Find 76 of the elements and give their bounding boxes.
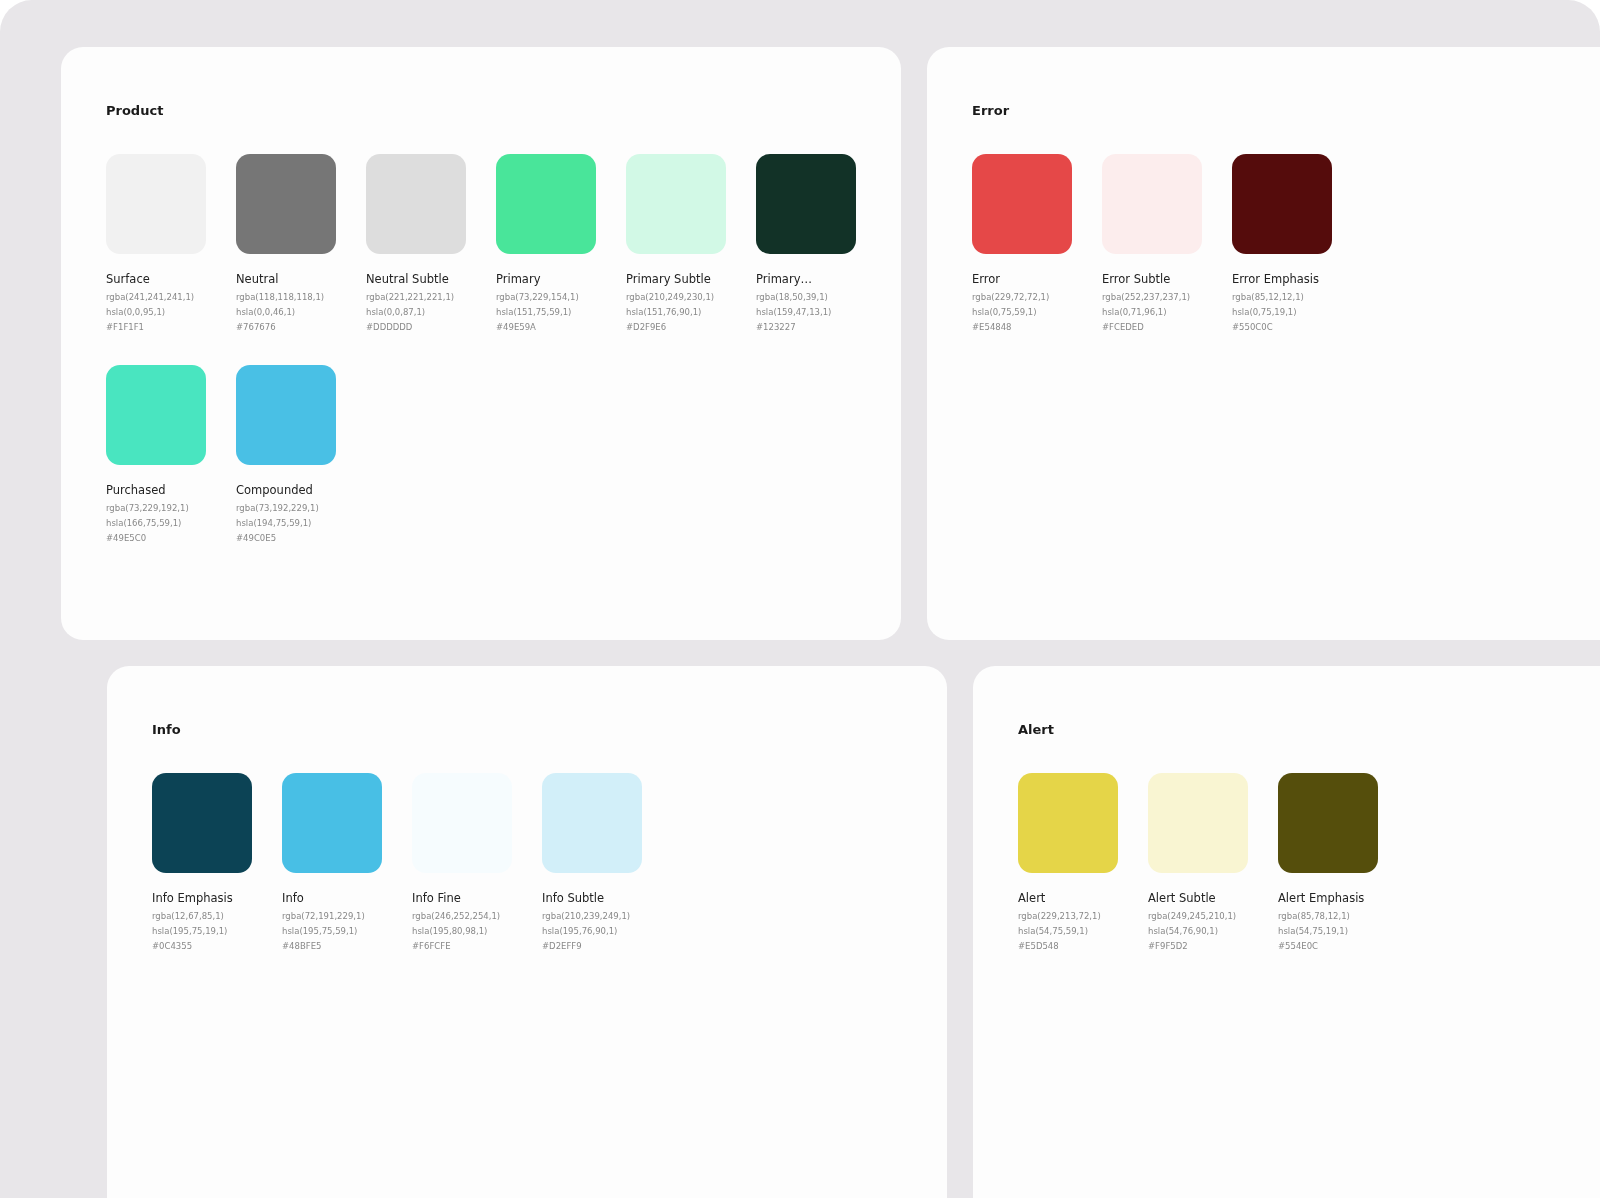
hsla-value: hsla(0,75,59,1) bbox=[972, 306, 1038, 319]
rgba-value: rgba(229,213,72,1) bbox=[1018, 910, 1102, 923]
rgba-value: rgba(249,245,210,1) bbox=[1148, 910, 1238, 923]
swatch-name: Error bbox=[972, 272, 1002, 286]
rgba-value: rgba(72,191,229,1) bbox=[282, 910, 366, 923]
rgba-value: rgba(229,72,72,1) bbox=[972, 291, 1051, 304]
hsla-value: hsla(54,75,59,1) bbox=[1018, 925, 1089, 938]
swatch-name: Info bbox=[282, 891, 305, 905]
hsla-value: hsla(151,75,59,1) bbox=[496, 306, 573, 319]
hsla-value: hsla(166,75,59,1) bbox=[106, 517, 183, 530]
swatch-name: Neutral bbox=[236, 272, 280, 286]
hex-value: #F9F5D2 bbox=[1148, 940, 1189, 953]
swatch-name: Error Emphasis bbox=[1232, 272, 1320, 286]
hex-value: #0C4355 bbox=[152, 940, 194, 953]
hex-value: #E54848 bbox=[972, 321, 1013, 334]
swatch-name: Alert bbox=[1018, 891, 1047, 905]
rgba-value: rgba(241,241,241,1) bbox=[106, 291, 196, 304]
hex-value: #FCEDED bbox=[1102, 321, 1145, 334]
hsla-value: hsla(159,47,13,1) bbox=[756, 306, 833, 319]
hex-value: #767676 bbox=[236, 321, 277, 334]
swatch-name: Info Fine bbox=[412, 891, 462, 905]
hex-value: #550C0C bbox=[1232, 321, 1274, 334]
group-title: Info bbox=[152, 722, 182, 737]
hsla-value: hsla(151,76,90,1) bbox=[626, 306, 703, 319]
hex-value: #49E59A bbox=[496, 321, 537, 334]
hsla-value: hsla(0,71,96,1) bbox=[1102, 306, 1168, 319]
swatch-name: Surface bbox=[106, 272, 151, 286]
hex-value: #D2F9E6 bbox=[626, 321, 668, 334]
swatch-name: Neutral Subtle bbox=[366, 272, 450, 286]
hsla-value: hsla(0,0,87,1) bbox=[366, 306, 427, 319]
group-title: Alert bbox=[1018, 722, 1055, 737]
rgba-value: rgba(210,249,230,1) bbox=[626, 291, 716, 304]
hsla-value: hsla(195,76,90,1) bbox=[542, 925, 619, 938]
swatch-name: Alert Subtle bbox=[1148, 891, 1217, 905]
swatch-name: Primary bbox=[496, 272, 542, 286]
rgba-value: rgba(73,192,229,1) bbox=[236, 502, 320, 515]
rgba-value: rgba(221,221,221,1) bbox=[366, 291, 456, 304]
swatch-name: Compounded bbox=[236, 483, 314, 497]
hex-value: #F1F1F1 bbox=[106, 321, 145, 334]
hsla-value: hsla(0,75,19,1) bbox=[1232, 306, 1298, 319]
hex-value: #E5D548 bbox=[1018, 940, 1060, 953]
hsla-value: hsla(194,75,59,1) bbox=[236, 517, 313, 530]
swatch-name: Purchased bbox=[106, 483, 167, 497]
group-title: Error bbox=[972, 103, 1011, 118]
hsla-value: hsla(195,75,19,1) bbox=[152, 925, 229, 938]
swatch-name: Primary… bbox=[756, 272, 813, 286]
swatch-name: Alert Emphasis bbox=[1278, 891, 1366, 905]
rgba-value: rgba(85,78,12,1) bbox=[1278, 910, 1351, 923]
hsla-value: hsla(195,75,59,1) bbox=[282, 925, 359, 938]
hex-value: #554E0C bbox=[1278, 940, 1320, 953]
rgba-value: rgba(73,229,192,1) bbox=[106, 502, 190, 515]
swatch-name: Info Subtle bbox=[542, 891, 606, 905]
rgba-value: rgba(12,67,85,1) bbox=[152, 910, 225, 923]
rgba-value: rgba(118,118,118,1) bbox=[236, 291, 326, 304]
hex-value: #48BFE5 bbox=[282, 940, 323, 953]
group-title: Product bbox=[106, 103, 165, 118]
hex-value: #DDDDDD bbox=[366, 321, 414, 334]
hsla-value: hsla(0,0,46,1) bbox=[236, 306, 297, 319]
hex-value: #49C0E5 bbox=[236, 532, 278, 545]
hex-value: #D2EFF9 bbox=[542, 940, 583, 953]
swatch-name: Primary Subtle bbox=[626, 272, 712, 286]
hsla-value: hsla(54,75,19,1) bbox=[1278, 925, 1349, 938]
hex-value: #F6FCFE bbox=[412, 940, 452, 953]
rgba-value: rgba(252,237,237,1) bbox=[1102, 291, 1192, 304]
rgba-value: rgba(210,239,249,1) bbox=[542, 910, 632, 923]
rgba-value: rgba(73,229,154,1) bbox=[496, 291, 580, 304]
rgba-value: rgba(18,50,39,1) bbox=[756, 291, 829, 304]
hex-value: #123227 bbox=[756, 321, 797, 334]
swatch-name: Error Subtle bbox=[1102, 272, 1172, 286]
swatch-name: Info Emphasis bbox=[152, 891, 234, 905]
hsla-value: hsla(195,80,98,1) bbox=[412, 925, 489, 938]
hex-value: #49E5C0 bbox=[106, 532, 148, 545]
rgba-value: rgba(246,252,254,1) bbox=[412, 910, 502, 923]
hsla-value: hsla(0,0,95,1) bbox=[106, 306, 167, 319]
hsla-value: hsla(54,76,90,1) bbox=[1148, 925, 1219, 938]
rgba-value: rgba(85,12,12,1) bbox=[1232, 291, 1305, 304]
